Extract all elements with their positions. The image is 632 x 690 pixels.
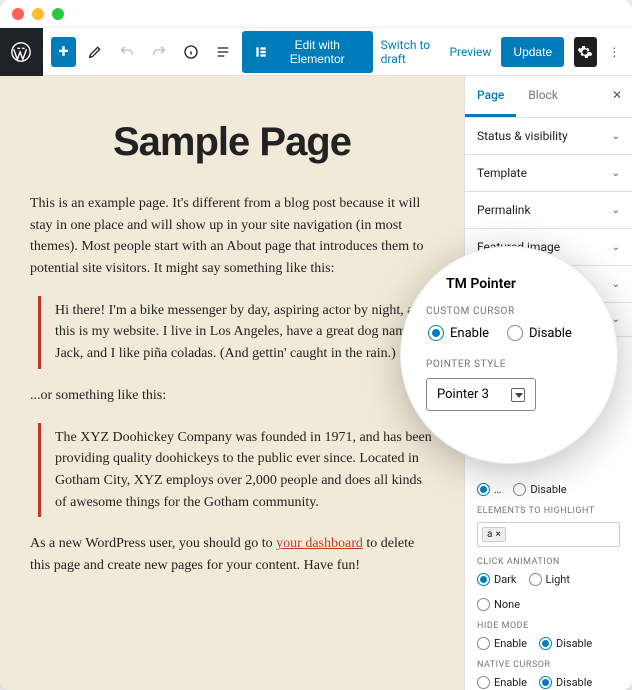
tab-page[interactable]: Page (465, 76, 516, 117)
panel-status[interactable]: Status & visibility⌄ (465, 118, 632, 154)
chevron-down-icon: ⌄ (612, 242, 620, 253)
paragraph[interactable]: ...or something like this: (30, 385, 434, 407)
elements-highlight-input[interactable]: a× (477, 522, 620, 547)
radio-cursor-disable[interactable]: Disable (507, 325, 572, 341)
chevron-down-icon (511, 388, 525, 402)
blockquote[interactable]: Hi there! I'm a bike messenger by day, a… (38, 296, 434, 369)
tab-block[interactable]: Block (516, 76, 570, 117)
radio-enable[interactable]: … (477, 483, 501, 496)
radio-light[interactable]: Light (529, 573, 570, 586)
pointer-style-label: POINTER STYLE (426, 359, 592, 370)
elementor-icon (254, 45, 268, 59)
tag-item[interactable]: a× (482, 527, 506, 542)
editor-topbar: + Edit with Elementor (0, 28, 632, 76)
custom-cursor-preview (408, 250, 432, 274)
wordpress-logo[interactable] (0, 28, 43, 76)
settings-button[interactable] (574, 37, 597, 67)
minimize-dot[interactable] (32, 8, 44, 20)
outline-button[interactable] (210, 37, 236, 67)
dashboard-link[interactable]: your dashboard (276, 536, 363, 551)
update-button[interactable]: Update (501, 37, 564, 67)
tm-pointer-title: TM Pointer (446, 276, 592, 292)
radio-dark[interactable]: Dark (477, 573, 517, 586)
info-button[interactable] (178, 37, 204, 67)
radio-disable[interactable]: Disable (513, 483, 566, 496)
elementor-label: Edit with Elementor (274, 38, 361, 66)
remove-tag-icon[interactable]: × (495, 529, 500, 540)
elements-highlight-label: ELEMENTS TO HIGHLIGHT (477, 506, 620, 516)
hide-mode-label: HIDE MODE (477, 621, 620, 631)
radio-none[interactable]: None (477, 598, 520, 611)
radio-hide-disable[interactable]: Disable (539, 637, 592, 650)
switch-draft-link[interactable]: Switch to draft (381, 38, 440, 66)
native-cursor-label: NATIVE CURSOR (477, 660, 620, 670)
chevron-down-icon: ⌄ (612, 205, 620, 216)
radio-hide-enable[interactable]: Enable (477, 637, 527, 650)
edit-mode-button[interactable] (82, 37, 108, 67)
undo-button[interactable] (114, 37, 140, 67)
custom-cursor-label: CUSTOM CURSOR (426, 306, 592, 317)
click-animation-label: CLICK ANIMATION (477, 557, 620, 567)
blockquote[interactable]: The XYZ Doohickey Company was founded in… (38, 423, 434, 518)
add-block-button[interactable]: + (51, 37, 77, 67)
more-options-button[interactable]: ⋮ (607, 45, 622, 59)
panel-permalink[interactable]: Permalink⌄ (465, 192, 632, 228)
pointer-style-select[interactable]: Pointer 3 (426, 378, 536, 411)
radio-native-disable[interactable]: Disable (539, 676, 592, 689)
chevron-down-icon: ⌄ (612, 168, 620, 179)
redo-button[interactable] (146, 37, 172, 67)
preview-link[interactable]: Preview (449, 45, 491, 59)
paragraph[interactable]: This is an example page. It's different … (30, 193, 434, 280)
radio-cursor-enable[interactable]: Enable (428, 325, 489, 341)
chevron-down-icon: ⌄ (612, 279, 620, 290)
close-dot[interactable] (12, 8, 24, 20)
chevron-down-icon: ⌄ (612, 131, 620, 142)
zoom-overlay: TM Pointer CUSTOM CURSOR Enable Disable … (400, 246, 618, 464)
close-sidebar-button[interactable]: ✕ (602, 76, 632, 117)
panel-template[interactable]: Template⌄ (465, 155, 632, 191)
page-title[interactable]: Sample Page (30, 120, 434, 165)
radio-native-enable[interactable]: Enable (477, 676, 527, 689)
maximize-dot[interactable] (52, 8, 64, 20)
elementor-button[interactable]: Edit with Elementor (242, 31, 373, 73)
window-titlebar (0, 0, 632, 28)
editor-canvas[interactable]: Sample Page This is an example page. It'… (0, 76, 464, 690)
paragraph[interactable]: As a new WordPress user, you should go t… (30, 533, 434, 576)
